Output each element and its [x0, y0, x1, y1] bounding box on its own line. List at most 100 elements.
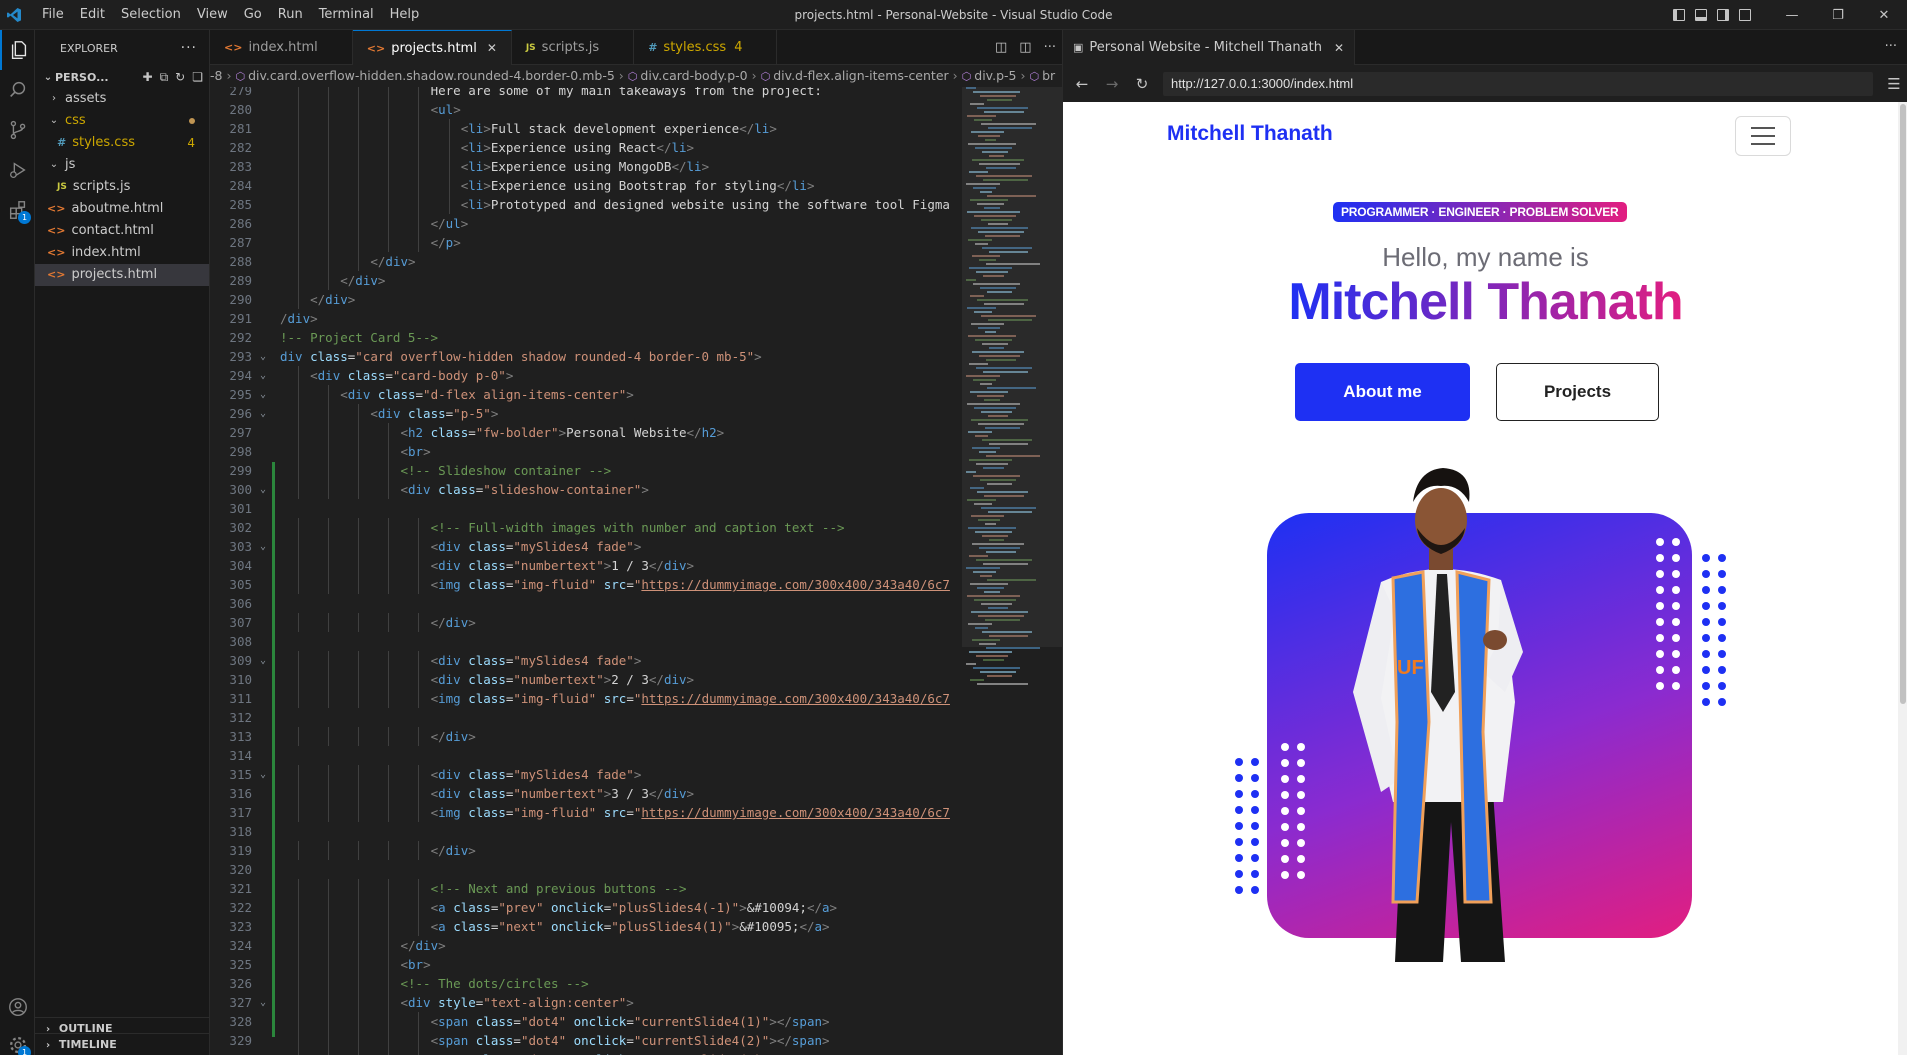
menu-view[interactable]: View	[189, 0, 236, 30]
menu-selection[interactable]: Selection	[113, 0, 189, 30]
forward-arrow-icon[interactable]: →	[1099, 71, 1125, 97]
browser-menu-icon[interactable]: ☰	[1881, 71, 1907, 97]
code-token: onclick	[551, 919, 604, 934]
fold-chevron-icon[interactable]: ⌄	[256, 385, 270, 404]
minimap-viewport[interactable]	[962, 87, 1062, 647]
new-file-icon[interactable]: ✚	[143, 70, 153, 85]
close-tab-icon[interactable]: ✕	[487, 41, 501, 55]
tree-item-scripts-js[interactable]: JS scripts.js	[35, 176, 209, 198]
line-number: 316	[229, 786, 252, 801]
tab-label: scripts.js	[541, 40, 600, 55]
new-folder-icon[interactable]: ⧉	[160, 70, 169, 85]
extensions-icon[interactable]: 1	[0, 190, 35, 230]
tree-item-projects-html[interactable]: <> projects.html	[35, 264, 209, 286]
fold-chevron-icon[interactable]: ⌄	[256, 404, 270, 423]
customize-layout-icon[interactable]	[1735, 0, 1755, 30]
code-token: ></	[769, 1014, 792, 1029]
more-actions-icon[interactable]: ···	[181, 40, 197, 56]
project-folder[interactable]: ⌄ PERSO... ✚ ⧉ ↻ ❏	[35, 66, 209, 88]
tree-item-contact-html[interactable]: <> contact.html	[35, 220, 209, 242]
code-token: Prototyped and designed website using th…	[490, 197, 950, 212]
restore-icon[interactable]: ❐	[1815, 0, 1861, 30]
breadcrumb-item[interactable]: div.card-body.p-0	[640, 68, 747, 83]
fold-chevron-icon[interactable]: ⌄	[256, 537, 270, 556]
tab-styles-css[interactable]: # styles.css 4	[634, 30, 778, 65]
indent-guide	[358, 138, 360, 157]
manage-gear-icon[interactable]: 1	[0, 1025, 35, 1055]
menu-help[interactable]: Help	[382, 0, 428, 30]
close-window-icon[interactable]: ✕	[1861, 0, 1907, 30]
menu-run[interactable]: Run	[270, 0, 311, 30]
timeline-section[interactable]: › TIMELINE	[35, 1033, 210, 1055]
close-tab-icon[interactable]: ✕	[1334, 41, 1344, 55]
tab-projects-html[interactable]: <> projects.html ✕	[352, 30, 512, 65]
code-line: 322 <a class="prev" onclick="plusSlides4(…	[210, 898, 962, 917]
indent-guide	[328, 974, 330, 993]
toggle-sidebar-icon[interactable]	[1669, 0, 1689, 30]
code-token: src	[603, 577, 627, 592]
browser-tab[interactable]: ▣ Personal Website - Mitchell Thanath ✕	[1063, 30, 1355, 65]
source-control-icon[interactable]	[0, 110, 35, 150]
page-scrollbar[interactable]	[1898, 102, 1907, 1055]
breadcrumb-item[interactable]: br	[1042, 68, 1055, 83]
indent-guide	[328, 480, 330, 499]
code-token: <	[430, 1014, 439, 1029]
code-text: <a class="prev" onclick="plusSlides4(-1)…	[431, 898, 837, 917]
code-token: >	[423, 957, 431, 972]
toggle-secondary-sidebar-icon[interactable]	[1713, 0, 1733, 30]
collapse-all-icon[interactable]: ❏	[192, 70, 203, 85]
tree-item-styles-css[interactable]: # styles.css 4	[35, 132, 209, 154]
fold-chevron-icon[interactable]: ⌄	[256, 347, 270, 366]
breadcrumb-item[interactable]: div.d-flex.align-items-center	[773, 68, 948, 83]
minimap[interactable]	[962, 87, 1062, 1055]
tree-item-index-html[interactable]: <> index.html	[35, 242, 209, 264]
tree-item-js[interactable]: ⌄ js	[35, 154, 209, 176]
fold-chevron-icon[interactable]: ⌄	[256, 993, 270, 1012]
code-token: li	[468, 197, 484, 212]
fold-chevron-icon[interactable]: ⌄	[256, 651, 270, 670]
minimize-icon[interactable]: —	[1769, 0, 1815, 30]
browser-more-icon[interactable]: ···	[1885, 39, 1897, 54]
tree-item-css[interactable]: ⌄ css	[35, 110, 209, 132]
open-preview-icon[interactable]: ◫	[995, 40, 1007, 55]
account-icon[interactable]	[0, 987, 35, 1027]
minimap-line	[969, 651, 1012, 653]
code-token: class	[408, 406, 446, 421]
url-bar[interactable]: http://127.0.0.1:3000/index.html	[1163, 71, 1873, 96]
breadcrumb-item[interactable]: div.p-5	[974, 68, 1016, 83]
menu-file[interactable]: File	[34, 0, 72, 30]
code-token: div	[408, 995, 431, 1010]
code-line: 329 <span class="dot4" onclick="currentSl…	[210, 1031, 962, 1050]
code-token: <!-- Slideshow container -->	[400, 463, 612, 478]
search-icon[interactable]	[0, 70, 35, 110]
refresh-icon[interactable]: ↻	[175, 70, 185, 85]
code-token: li	[468, 140, 484, 155]
code-token: !-- Project Card 5-->	[280, 330, 439, 345]
tab-index-html[interactable]: <> index.html	[210, 30, 353, 65]
decorative-dot	[1251, 806, 1259, 814]
menu-terminal[interactable]: Terminal	[311, 0, 382, 30]
menu-edit[interactable]: Edit	[72, 0, 113, 30]
code-line: 313 </div>	[210, 727, 962, 746]
editor-more-icon[interactable]: ···	[1044, 40, 1056, 55]
run-debug-icon[interactable]	[0, 150, 35, 190]
reload-icon[interactable]: ↻	[1129, 71, 1155, 97]
fold-chevron-icon[interactable]: ⌄	[256, 765, 270, 784]
fold-chevron-icon[interactable]: ⌄	[256, 480, 270, 499]
explorer-icon[interactable]	[0, 30, 35, 70]
line-number: 311	[229, 691, 252, 706]
fold-chevron-icon[interactable]: ⌄	[256, 366, 270, 385]
breadcrumb-item[interactable]: div.card.overflow-hidden.shadow.rounded-…	[248, 68, 615, 83]
tab-scripts-js[interactable]: JS scripts.js	[512, 30, 635, 65]
code-editor[interactable]: 279 Here are some of my main takeaways fr…	[210, 87, 962, 1055]
back-arrow-icon[interactable]: ←	[1069, 71, 1095, 97]
split-editor-icon[interactable]: ◫	[1019, 40, 1031, 55]
menu-go[interactable]: Go	[236, 0, 270, 30]
tree-item-aboutme-html[interactable]: <> aboutme.html	[35, 198, 209, 220]
decorative-dot	[1251, 790, 1259, 798]
breadcrumb-item[interactable]: -8	[210, 68, 222, 83]
tree-item-assets[interactable]: › assets	[35, 88, 209, 110]
toggle-panel-icon[interactable]	[1691, 0, 1711, 30]
